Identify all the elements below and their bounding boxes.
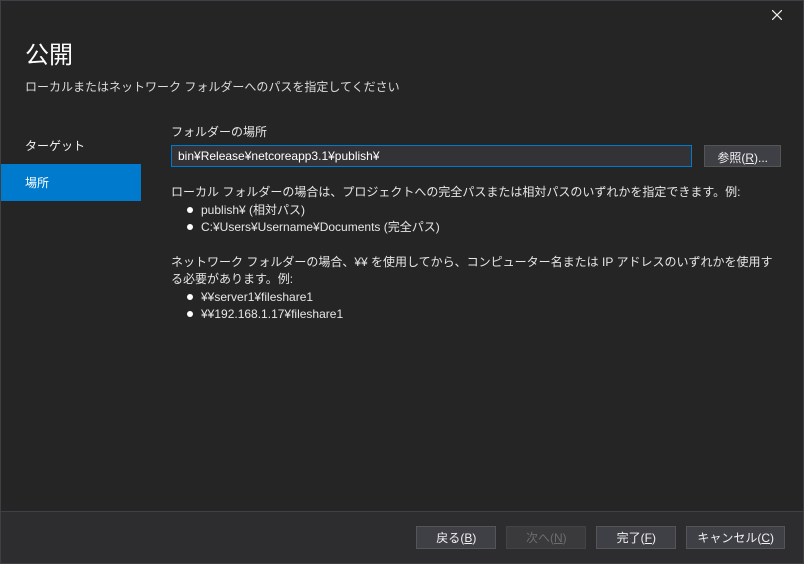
sidebar: ターゲット 場所	[1, 109, 141, 509]
next-button-label: 次へ	[526, 531, 550, 545]
help-local-list: publish¥ (相対パス) C:¥Users¥Username¥Docume…	[171, 202, 781, 237]
titlebar	[1, 1, 803, 29]
next-mnemonic: N	[554, 531, 563, 545]
sidebar-item-location[interactable]: 場所	[1, 164, 141, 201]
page-subtitle: ローカルまたはネットワーク フォルダーへのパスを指定してください	[25, 78, 779, 95]
back-button[interactable]: 戻る(B)	[416, 526, 496, 549]
list-item: ¥¥192.168.1.17¥fileshare1	[201, 306, 781, 323]
next-button: 次へ(N)	[506, 526, 586, 549]
help-network-section: ネットワーク フォルダーの場合、¥¥ を使用してから、コンピューター名または I…	[171, 253, 781, 324]
browse-button[interactable]: 参照(R)...	[704, 145, 781, 167]
back-button-label: 戻る	[436, 531, 460, 545]
browse-mnemonic: R	[745, 151, 754, 165]
back-mnemonic: B	[464, 531, 472, 545]
help-local-heading: ローカル フォルダーの場合は、プロジェクトへの完全パスまたは相対パスのいずれかを…	[171, 183, 781, 200]
help-local-section: ローカル フォルダーの場合は、プロジェクトへの完全パスまたは相対パスのいずれかを…	[171, 183, 781, 237]
cancel-button[interactable]: キャンセル(C)	[686, 526, 785, 549]
sidebar-item-label: ターゲット	[25, 139, 85, 153]
close-button[interactable]	[759, 3, 795, 27]
list-item: publish¥ (相対パス)	[201, 202, 781, 219]
header: 公開 ローカルまたはネットワーク フォルダーへのパスを指定してください	[1, 29, 803, 109]
cancel-button-label: キャンセル	[697, 531, 757, 545]
main-panel: フォルダーの場所 参照(R)... ローカル フォルダーの場合は、プロジェクトへ…	[141, 109, 803, 509]
folder-location-input[interactable]	[171, 145, 692, 167]
sidebar-item-target[interactable]: ターゲット	[1, 127, 141, 164]
help-network-heading: ネットワーク フォルダーの場合、¥¥ を使用してから、コンピューター名または I…	[171, 253, 781, 287]
content: ターゲット 場所 フォルダーの場所 参照(R)... ローカル フォルダーの場合…	[1, 109, 803, 509]
list-item: C:¥Users¥Username¥Documents (完全パス)	[201, 219, 781, 236]
folder-location-label: フォルダーの場所	[171, 123, 781, 140]
finish-button[interactable]: 完了(F)	[596, 526, 676, 549]
footer: 戻る(B) 次へ(N) 完了(F) キャンセル(C)	[1, 511, 803, 563]
finish-mnemonic: F	[645, 531, 652, 545]
page-title: 公開	[25, 35, 779, 70]
list-item: ¥¥server1¥fileshare1	[201, 289, 781, 306]
folder-input-row: 参照(R)...	[171, 145, 781, 167]
help-network-list: ¥¥server1¥fileshare1 ¥¥192.168.1.17¥file…	[171, 289, 781, 324]
close-icon	[772, 10, 782, 20]
browse-button-label: 参照	[717, 151, 741, 165]
sidebar-item-label: 場所	[25, 176, 49, 190]
cancel-mnemonic: C	[761, 531, 770, 545]
finish-button-label: 完了	[617, 531, 641, 545]
